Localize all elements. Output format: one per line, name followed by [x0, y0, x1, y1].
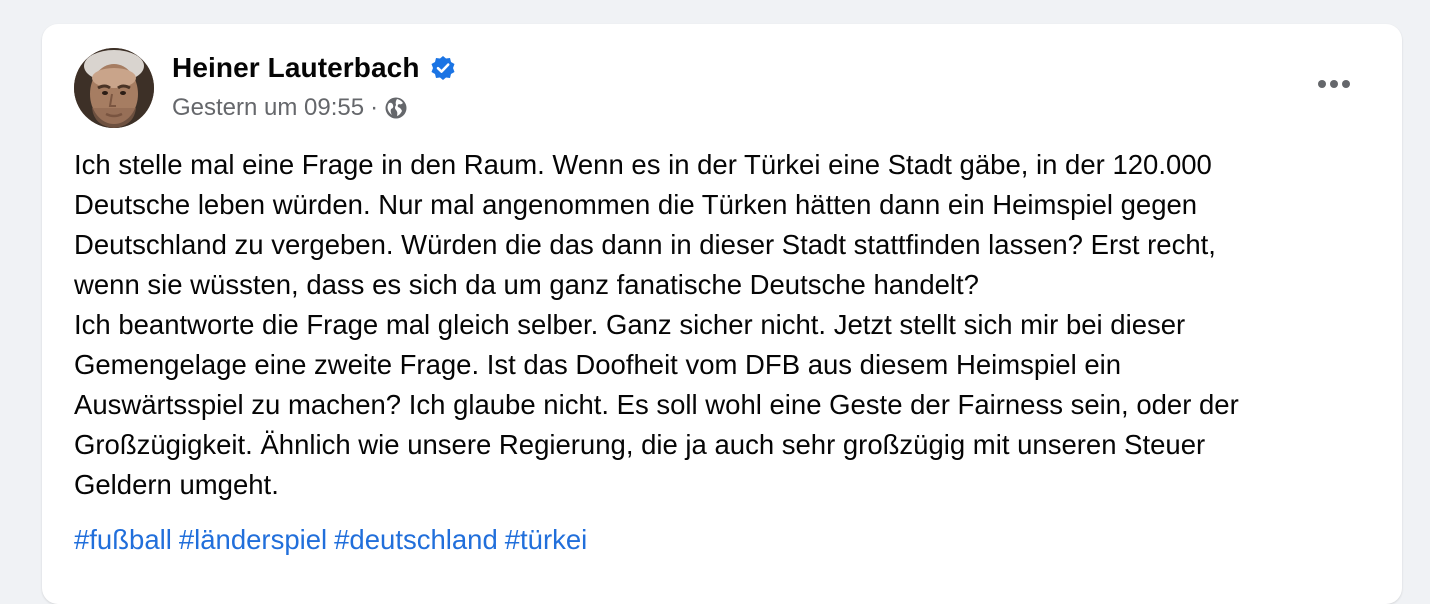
hashtag-link[interactable]: #türkei [505, 524, 588, 555]
more-options-icon [1318, 80, 1350, 88]
hashtag-link[interactable]: #länderspiel [179, 524, 327, 555]
hashtag-link[interactable]: #fußball [74, 524, 172, 555]
avatar-photo [74, 48, 154, 128]
hashtag-row: #fußball #länderspiel #deutschland #türkei [74, 520, 594, 560]
post-text-line: Gemengelage eine zweite Frage. Ist das D… [74, 349, 1122, 380]
author-header: Heiner Lauterbach [172, 52, 456, 84]
post-text-line: Geldern umgeht. [74, 469, 279, 500]
post-text-line: Deutschland zu vergeben. Würden die das … [74, 229, 1216, 260]
meta-separator: · [370, 94, 379, 121]
author-avatar[interactable] [74, 48, 154, 128]
post-text-line: Auswärtsspiel zu machen? Ich glaube nich… [74, 389, 1239, 420]
post-timestamp[interactable]: Gestern um 09:55 [172, 94, 364, 122]
post-text-line: Deutsche leben würden. Nur mal angenomme… [74, 189, 1198, 220]
verified-badge-icon [430, 55, 456, 81]
more-options-button[interactable] [1310, 68, 1358, 100]
post-meta: Gestern um 09:55 · [172, 94, 408, 122]
post-text-line: Ich stelle mal eine Frage in den Raum. W… [74, 149, 1212, 180]
hashtag-link[interactable]: #deutschland [334, 524, 498, 555]
globe-icon[interactable] [384, 96, 408, 120]
post-card: Heiner Lauterbach Gestern um 09:55 · Ich… [42, 24, 1402, 604]
post-body: Ich stelle mal eine Frage in den Raum. W… [74, 145, 1374, 505]
post-text-line: Großzügigkeit. Ähnlich wie unsere Regier… [74, 429, 1206, 460]
post-text-line: Ich beantworte die Frage mal gleich selb… [74, 309, 1186, 340]
author-name[interactable]: Heiner Lauterbach [172, 52, 420, 84]
post-text-line: wenn sie wüssten, dass es sich da um gan… [74, 269, 979, 300]
